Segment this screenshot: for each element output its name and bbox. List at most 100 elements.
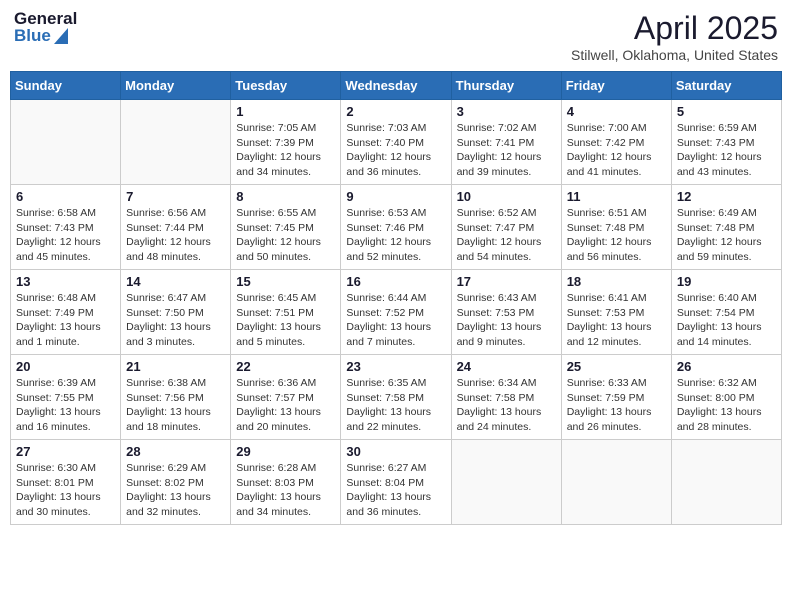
- calendar-cell: 5Sunrise: 6:59 AM Sunset: 7:43 PM Daylig…: [671, 100, 781, 185]
- day-number: 27: [16, 444, 115, 459]
- day-info: Sunrise: 7:00 AM Sunset: 7:42 PM Dayligh…: [567, 121, 666, 180]
- day-info: Sunrise: 7:05 AM Sunset: 7:39 PM Dayligh…: [236, 121, 335, 180]
- calendar-cell: 10 Sunrise: 6:52 AM Sunset: 7:47 PM Dayli…: [451, 185, 561, 270]
- calendar-cell: 27 Sunrise: 6:30 AM Sunset: 8:01 PM Dayli…: [11, 440, 121, 525]
- day-number: 11: [567, 189, 666, 204]
- calendar-cell: 19 Sunrise: 6:40 AM Sunset: 7:54 PM Dayli…: [671, 270, 781, 355]
- calendar-cell: 14Sunrise: 6:47 AM Sunset: 7:50 PM Dayli…: [121, 270, 231, 355]
- day-number: 7: [126, 189, 225, 204]
- page-title: April 2025: [571, 10, 778, 47]
- day-number: 23: [346, 359, 445, 374]
- day-info: Sunrise: 6:51 AM Sunset: 7:48 PM Dayligh…: [567, 206, 666, 265]
- day-number: 22: [236, 359, 335, 374]
- day-number: 25: [567, 359, 666, 374]
- calendar-cell: 7 Sunrise: 6:56 AM Sunset: 7:44 PM Daylig…: [121, 185, 231, 270]
- calendar-cell: 29 Sunrise: 6:28 AM Sunset: 8:03 PM Dayli…: [231, 440, 341, 525]
- calendar-header-wednesday: Wednesday: [341, 72, 451, 100]
- logo-triangle-icon: [54, 28, 68, 44]
- calendar-header-thursday: Thursday: [451, 72, 561, 100]
- day-info: Sunrise: 6:28 AM Sunset: 8:03 PM Dayligh…: [236, 461, 335, 520]
- calendar-cell: 6 Sunrise: 6:58 AM Sunset: 7:43 PM Daylig…: [11, 185, 121, 270]
- day-info: Sunrise: 6:39 AM Sunset: 7:55 PM Dayligh…: [16, 376, 115, 435]
- day-info: Sunrise: 6:56 AM Sunset: 7:44 PM Dayligh…: [126, 206, 225, 265]
- calendar-cell: 3Sunrise: 7:02 AM Sunset: 7:41 PM Daylig…: [451, 100, 561, 185]
- day-info: Sunrise: 6:27 AM Sunset: 8:04 PM Dayligh…: [346, 461, 445, 520]
- calendar-cell: 21Sunrise: 6:38 AM Sunset: 7:56 PM Dayli…: [121, 355, 231, 440]
- calendar-cell: 20 Sunrise: 6:39 AM Sunset: 7:55 PM Dayli…: [11, 355, 121, 440]
- calendar-cell: [561, 440, 671, 525]
- day-info: Sunrise: 6:48 AM Sunset: 7:49 PM Dayligh…: [16, 291, 115, 350]
- page-header: General Blue April 2025 Stilwell, Oklaho…: [10, 10, 782, 63]
- title-block: April 2025 Stilwell, Oklahoma, United St…: [571, 10, 778, 63]
- day-number: 10: [457, 189, 556, 204]
- day-info: Sunrise: 6:34 AM Sunset: 7:58 PM Dayligh…: [457, 376, 556, 435]
- day-info: Sunrise: 7:03 AM Sunset: 7:40 PM Dayligh…: [346, 121, 445, 180]
- day-number: 30: [346, 444, 445, 459]
- calendar-cell: [121, 100, 231, 185]
- day-info: Sunrise: 6:40 AM Sunset: 7:54 PM Dayligh…: [677, 291, 776, 350]
- day-number: 19: [677, 274, 776, 289]
- day-number: 1: [236, 104, 335, 119]
- calendar-cell: 24 Sunrise: 6:34 AM Sunset: 7:58 PM Dayli…: [451, 355, 561, 440]
- day-number: 16: [346, 274, 445, 289]
- day-number: 9: [346, 189, 445, 204]
- day-info: Sunrise: 6:49 AM Sunset: 7:48 PM Dayligh…: [677, 206, 776, 265]
- week-row-2: 6 Sunrise: 6:58 AM Sunset: 7:43 PM Daylig…: [11, 185, 782, 270]
- day-info: Sunrise: 6:52 AM Sunset: 7:47 PM Dayligh…: [457, 206, 556, 265]
- calendar-cell: 8Sunrise: 6:55 AM Sunset: 7:45 PM Daylig…: [231, 185, 341, 270]
- calendar-header-sunday: Sunday: [11, 72, 121, 100]
- day-number: 20: [16, 359, 115, 374]
- calendar-cell: 9 Sunrise: 6:53 AM Sunset: 7:46 PM Daylig…: [341, 185, 451, 270]
- logo-general: General: [14, 10, 77, 27]
- calendar-cell: [11, 100, 121, 185]
- calendar-cell: 4 Sunrise: 7:00 AM Sunset: 7:42 PM Daylig…: [561, 100, 671, 185]
- day-number: 4: [567, 104, 666, 119]
- calendar-header-saturday: Saturday: [671, 72, 781, 100]
- week-row-3: 13 Sunrise: 6:48 AM Sunset: 7:49 PM Dayli…: [11, 270, 782, 355]
- day-info: Sunrise: 6:45 AM Sunset: 7:51 PM Dayligh…: [236, 291, 335, 350]
- day-info: Sunrise: 6:35 AM Sunset: 7:58 PM Dayligh…: [346, 376, 445, 435]
- day-number: 26: [677, 359, 776, 374]
- day-number: 28: [126, 444, 225, 459]
- week-row-4: 20 Sunrise: 6:39 AM Sunset: 7:55 PM Dayli…: [11, 355, 782, 440]
- day-number: 5: [677, 104, 776, 119]
- day-info: Sunrise: 6:55 AM Sunset: 7:45 PM Dayligh…: [236, 206, 335, 265]
- day-number: 12: [677, 189, 776, 204]
- calendar-cell: 26 Sunrise: 6:32 AM Sunset: 8:00 PM Dayli…: [671, 355, 781, 440]
- day-number: 24: [457, 359, 556, 374]
- day-number: 13: [16, 274, 115, 289]
- calendar-cell: 15 Sunrise: 6:45 AM Sunset: 7:51 PM Dayli…: [231, 270, 341, 355]
- calendar-cell: 1 Sunrise: 7:05 AM Sunset: 7:39 PM Daylig…: [231, 100, 341, 185]
- day-info: Sunrise: 6:53 AM Sunset: 7:46 PM Dayligh…: [346, 206, 445, 265]
- day-info: Sunrise: 6:41 AM Sunset: 7:53 PM Dayligh…: [567, 291, 666, 350]
- day-info: Sunrise: 6:58 AM Sunset: 7:43 PM Dayligh…: [16, 206, 115, 265]
- calendar-cell: [671, 440, 781, 525]
- day-info: Sunrise: 6:44 AM Sunset: 7:52 PM Dayligh…: [346, 291, 445, 350]
- calendar-header-monday: Monday: [121, 72, 231, 100]
- day-info: Sunrise: 6:32 AM Sunset: 8:00 PM Dayligh…: [677, 376, 776, 435]
- week-row-1: 1 Sunrise: 7:05 AM Sunset: 7:39 PM Daylig…: [11, 100, 782, 185]
- calendar-table: SundayMondayTuesdayWednesdayThursdayFrid…: [10, 71, 782, 525]
- calendar-cell: 30 Sunrise: 6:27 AM Sunset: 8:04 PM Dayli…: [341, 440, 451, 525]
- day-info: Sunrise: 6:38 AM Sunset: 7:56 PM Dayligh…: [126, 376, 225, 435]
- day-number: 18: [567, 274, 666, 289]
- calendar-cell: 11 Sunrise: 6:51 AM Sunset: 7:48 PM Dayli…: [561, 185, 671, 270]
- day-number: 2: [346, 104, 445, 119]
- day-number: 29: [236, 444, 335, 459]
- day-number: 15: [236, 274, 335, 289]
- calendar-cell: 12 Sunrise: 6:49 AM Sunset: 7:48 PM Dayli…: [671, 185, 781, 270]
- day-info: Sunrise: 6:36 AM Sunset: 7:57 PM Dayligh…: [236, 376, 335, 435]
- day-info: Sunrise: 6:47 AM Sunset: 7:50 PM Dayligh…: [126, 291, 225, 350]
- day-info: Sunrise: 6:29 AM Sunset: 8:02 PM Dayligh…: [126, 461, 225, 520]
- calendar-cell: 25Sunrise: 6:33 AM Sunset: 7:59 PM Dayli…: [561, 355, 671, 440]
- day-number: 6: [16, 189, 115, 204]
- calendar-cell: 2 Sunrise: 7:03 AM Sunset: 7:40 PM Daylig…: [341, 100, 451, 185]
- day-info: Sunrise: 6:43 AM Sunset: 7:53 PM Dayligh…: [457, 291, 556, 350]
- page-subtitle: Stilwell, Oklahoma, United States: [571, 47, 778, 63]
- calendar-cell: 18 Sunrise: 6:41 AM Sunset: 7:53 PM Dayli…: [561, 270, 671, 355]
- day-info: Sunrise: 6:30 AM Sunset: 8:01 PM Dayligh…: [16, 461, 115, 520]
- calendar-header-row: SundayMondayTuesdayWednesdayThursdayFrid…: [11, 72, 782, 100]
- day-number: 3: [457, 104, 556, 119]
- logo-blue: Blue: [14, 27, 77, 44]
- calendar-cell: 13 Sunrise: 6:48 AM Sunset: 7:49 PM Dayli…: [11, 270, 121, 355]
